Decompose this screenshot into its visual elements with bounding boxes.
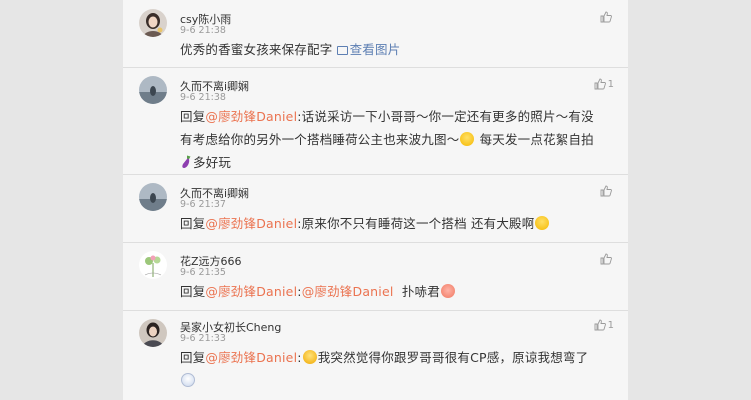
face-emoji-icon <box>181 373 195 387</box>
comment-body: 每天发一点花絮自拍 <box>475 132 594 147</box>
blush-emoji-icon <box>441 284 455 298</box>
thumbs-up-icon <box>594 78 606 90</box>
image-icon <box>336 46 348 55</box>
comment-body: 优秀的香蜜女孩来保存配字 <box>180 42 333 57</box>
comment-text: 优秀的香蜜女孩来保存配字 查看图片 <box>180 38 610 61</box>
mention-link[interactable]: @廖劲锋Daniel <box>302 284 394 299</box>
comment-text: 回复@廖劲锋Daniel:话说采访一下小哥哥～你一定还有更多的照片～有没 有考虑… <box>180 105 610 174</box>
comment-item: 久而不离i卿娴 9-6 21:38 1 回复@廖劲锋Daniel:话说采访一下小… <box>123 67 628 175</box>
thumbs-up-icon <box>600 185 612 197</box>
comment-time: 9-6 21:33 <box>180 333 226 344</box>
avatar[interactable] <box>139 183 167 211</box>
comment-text: 回复@廖劲锋Daniel:原来你不只有睡荷这一个搭档 还有大殿啊 <box>180 212 610 235</box>
like-button[interactable] <box>600 11 614 23</box>
thumbs-up-icon <box>594 319 606 331</box>
comment-body: :原来你不只有睡荷这一个搭档 还有大殿啊 <box>297 216 535 231</box>
separator: : <box>297 350 302 365</box>
thumbs-up-icon <box>600 11 612 23</box>
avatar[interactable] <box>139 251 167 279</box>
comment-item: 久而不离i卿娴 9-6 21:37 回复@廖劲锋Daniel:原来你不只有睡荷这… <box>123 174 628 243</box>
view-image-label: 查看图片 <box>349 42 401 57</box>
mention-link[interactable]: @廖劲锋Daniel <box>205 109 297 124</box>
like-count: 1 <box>607 78 614 90</box>
like-button[interactable]: 1 <box>594 319 614 331</box>
comment-time: 9-6 21:37 <box>180 199 226 210</box>
mention-link[interactable]: @廖劲锋Daniel <box>205 350 297 365</box>
comment-body: :话说采访一下小哥哥～你一定还有更多的照片～有没 <box>297 109 594 124</box>
like-count: 1 <box>607 319 614 331</box>
comment-item: csy陈小雨 9-6 21:38 优秀的香蜜女孩来保存配字 查看图片 <box>123 0 628 68</box>
comment-body: 有考虑给你的另外一个搭档睡荷公主也来波九图～ <box>180 132 460 147</box>
mention-link[interactable]: @廖劲锋Daniel <box>205 284 297 299</box>
comment-time: 9-6 21:38 <box>180 25 226 36</box>
comment-body: 扑哧君 <box>393 284 440 299</box>
comment-text: 回复@廖劲锋Daniel: 我突然觉得你跟罗哥哥很有CP感，原谅我想弯了 <box>180 346 610 392</box>
comment-body: 多好玩 <box>193 155 232 170</box>
like-button[interactable] <box>600 185 614 197</box>
reply-prefix: 回复 <box>180 350 206 365</box>
like-button[interactable] <box>600 253 614 265</box>
reply-prefix: 回复 <box>180 109 206 124</box>
comment-item: 花Z远方666 9-6 21:35 回复@廖劲锋Daniel:@廖劲锋Danie… <box>123 242 628 311</box>
laugh-emoji-icon <box>460 132 475 146</box>
avatar[interactable] <box>139 319 167 347</box>
reply-prefix: 回复 <box>180 216 206 231</box>
comment-body: 我突然觉得你跟罗哥哥很有CP感，原谅我想弯了 <box>317 350 589 365</box>
avatar[interactable] <box>139 76 167 104</box>
view-image-link[interactable]: 查看图片 <box>336 42 401 57</box>
laugh-emoji-icon <box>535 216 550 230</box>
comment-time: 9-6 21:38 <box>180 92 226 103</box>
thumbs-up-icon <box>600 253 612 265</box>
comment-text: 回复@廖劲锋Daniel:@廖劲锋Daniel 扑哧君 <box>180 280 610 303</box>
shy-emoji-icon <box>302 350 317 364</box>
reply-prefix: 回复 <box>180 284 206 299</box>
comment-list: csy陈小雨 9-6 21:38 优秀的香蜜女孩来保存配字 查看图片 久而不离i… <box>123 0 628 400</box>
mention-link[interactable]: @廖劲锋Daniel <box>205 216 297 231</box>
comment-time: 9-6 21:35 <box>180 267 226 278</box>
like-button[interactable]: 1 <box>594 78 614 90</box>
avatar[interactable] <box>139 9 167 37</box>
comment-item: 吴家小女初长Cheng 9-6 21:33 1 回复@廖劲锋Daniel: 我突然… <box>123 310 628 400</box>
eggplant-emoji-icon <box>182 155 191 168</box>
